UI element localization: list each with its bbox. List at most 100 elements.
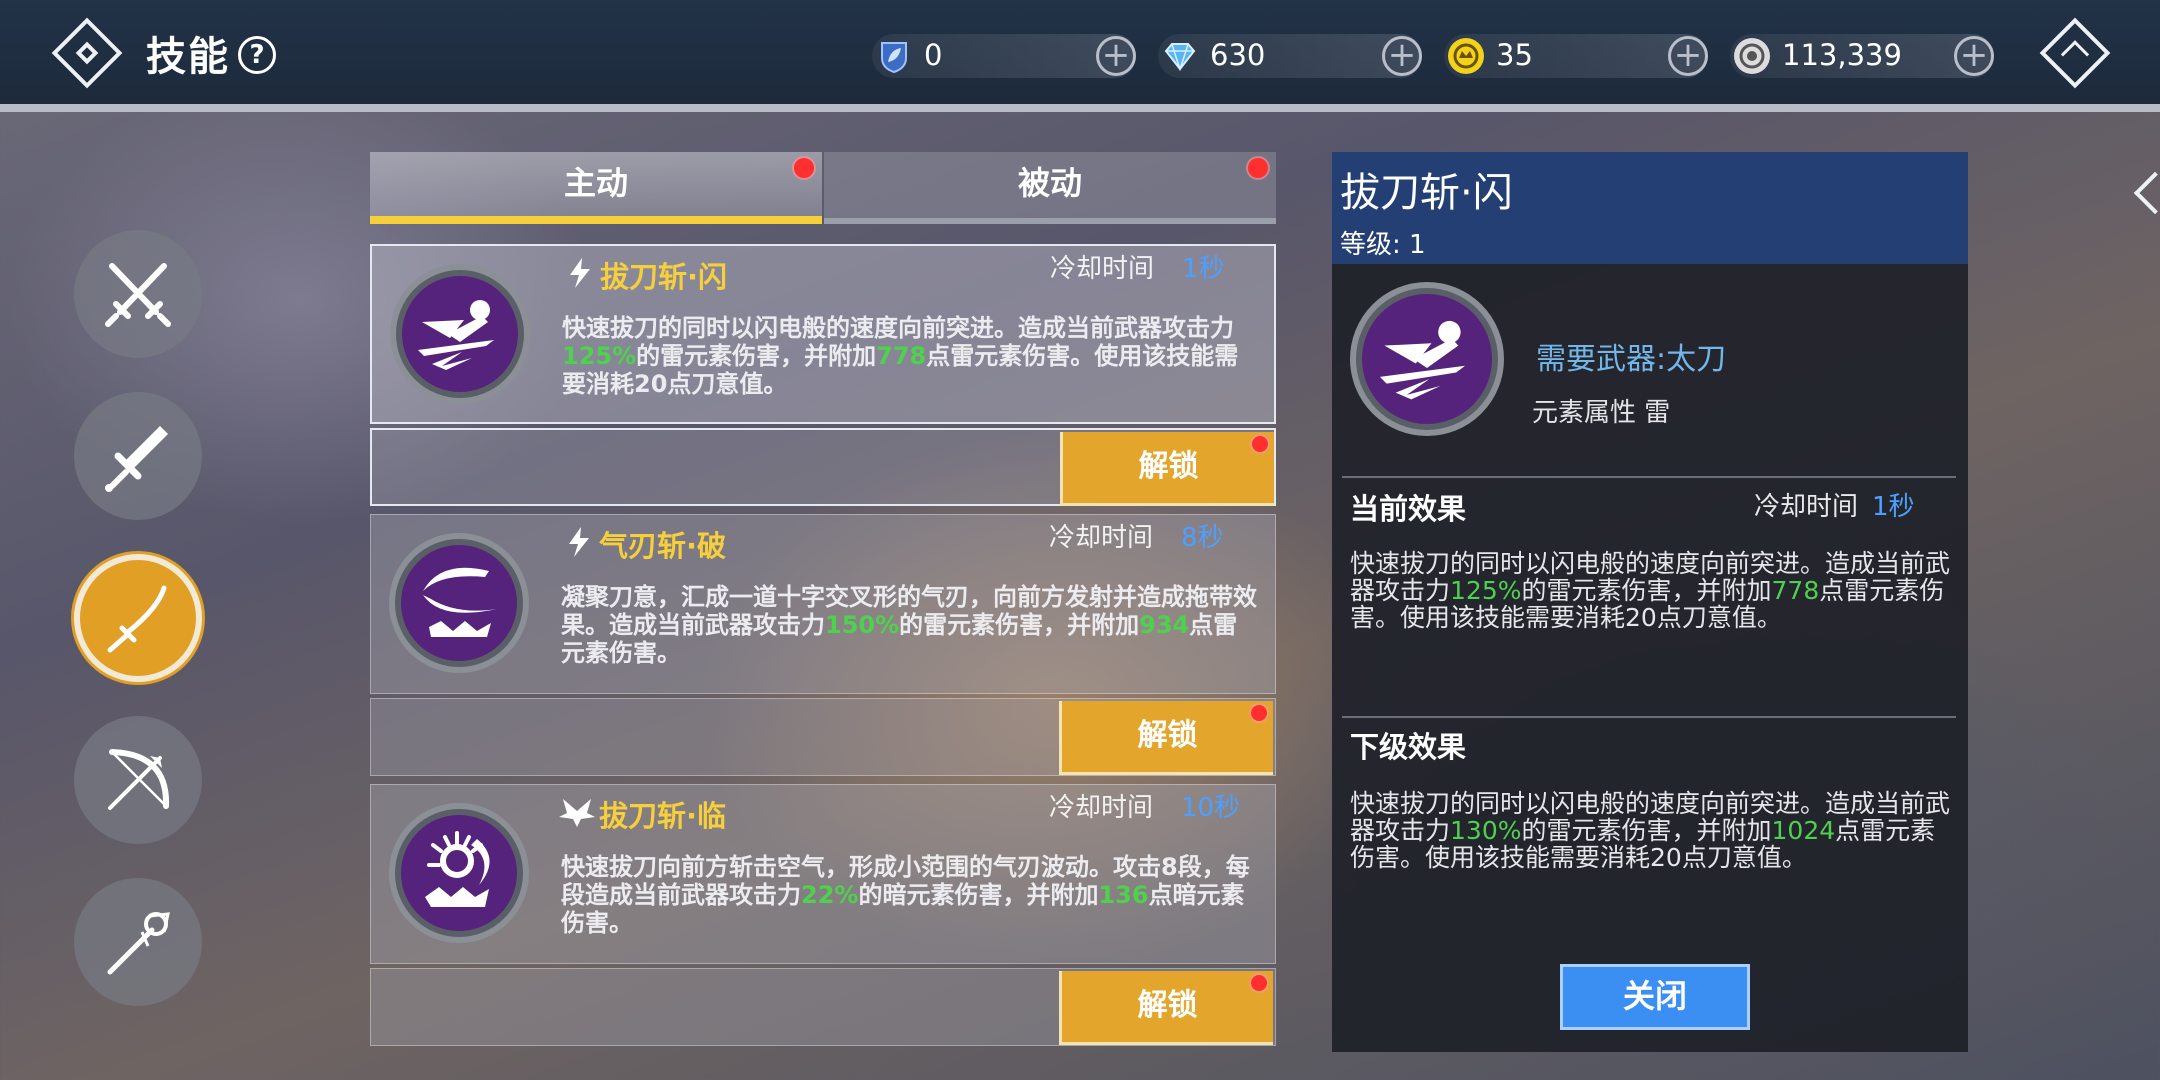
currency-value: 0 <box>924 38 943 72</box>
skill-icon <box>389 803 529 943</box>
weapon-katana-button[interactable] <box>74 554 202 682</box>
tab-label: 主动 <box>563 164 628 202</box>
bow-icon <box>108 749 170 810</box>
skill-name: 气刃斩·破 <box>599 529 727 563</box>
question-icon[interactable]: ? <box>238 36 276 74</box>
notification-dot <box>794 158 814 178</box>
cooldown-label: 冷却时间 <box>1754 492 1859 522</box>
skill-icon <box>390 264 530 404</box>
description-text: 的雷元素伤害，并附加 <box>636 342 877 370</box>
element-attribute: 元素属性 雷 <box>1532 398 1671 428</box>
notification-dot <box>1251 705 1267 721</box>
weapon-greatsword-button[interactable] <box>74 392 202 520</box>
highlight-value: 22% <box>801 881 859 909</box>
currency-silver-coin: 113,339 + <box>1730 34 1994 78</box>
current-effect-description: 快速拔刀的同时以闪电般的速度向前突进。造成当前武器攻击力125%的雷元素伤害，并… <box>1350 550 1950 631</box>
weapon-dual-swords-button[interactable] <box>74 230 202 358</box>
highlight-value: 934 <box>1139 611 1190 639</box>
gold-coin-icon <box>1448 38 1484 74</box>
katana-icon <box>107 585 167 653</box>
tab-active-skills[interactable]: 主动 <box>370 152 822 224</box>
currency-value: 630 <box>1210 38 1266 72</box>
chevron-left-icon[interactable] <box>2133 171 2160 215</box>
dark-burst-icon <box>425 831 490 907</box>
highlight-value: 125% <box>562 342 637 370</box>
add-diamond-button[interactable]: + <box>1382 36 1422 76</box>
highlight-value: 130% <box>1450 816 1522 845</box>
description-text: 的雷元素伤害，并附加 <box>1521 576 1772 605</box>
detail-skill-level: 等级: 1 <box>1340 230 1426 260</box>
add-leaf-shield-button[interactable]: + <box>1096 36 1136 76</box>
current-effect-title: 当前效果 <box>1350 492 1467 526</box>
cross-blade-icon <box>423 567 497 637</box>
skill-card-info: 拔刀斩·闪 冷却时间 1秒 快速拔刀的同时以闪电般的速度向前突进。造成当前武器攻… <box>370 244 1276 424</box>
currency-value: 35 <box>1496 38 1533 72</box>
skill-icon <box>389 533 529 673</box>
close-button[interactable]: 关闭 <box>1560 964 1750 1030</box>
skill-card[interactable]: 拔刀斩·闪 冷却时间 1秒 快速拔刀的同时以闪电般的速度向前突进。造成当前武器攻… <box>370 244 1276 506</box>
currency-gold-coin: 35 + <box>1444 34 1708 78</box>
detail-skill-name: 拔刀斩·闪 <box>1340 170 1513 216</box>
cooldown-value: 1秒 <box>1872 492 1915 522</box>
cooldown-value: 1秒 <box>1182 254 1225 284</box>
highlight-value: 778 <box>1771 576 1820 605</box>
dash-slash-icon <box>1379 320 1466 400</box>
skill-card-info: 气刃斩·破 冷却时间 8秒 凝聚刀意，汇成一道十字交叉形的气刃，向前方发射并造成… <box>370 514 1276 694</box>
notification-dot <box>1248 158 1268 178</box>
skill-name: 拔刀斩·临 <box>599 799 727 833</box>
skill-card-actions: 解锁 <box>370 428 1276 506</box>
home-icon[interactable] <box>2039 17 2111 89</box>
unlock-button[interactable]: 解锁 <box>1059 971 1273 1045</box>
detail-header: 拔刀斩·闪 等级: 1 <box>1332 152 1968 264</box>
leaf-shield-icon <box>876 38 912 74</box>
cooldown-label: 冷却时间 <box>1049 793 1154 823</box>
currency-leaf-shield: 0 + <box>872 34 1136 78</box>
currency-value: 113,339 <box>1782 38 1902 72</box>
top-bar: 技能 ? 0 + 630 + 35 + 113,339 + <box>0 0 2160 112</box>
cooldown-value: 8秒 <box>1181 523 1224 553</box>
detail-skill-icon <box>1350 282 1504 436</box>
skill-card[interactable]: 气刃斩·破 冷却时间 8秒 凝聚刀意，汇成一道十字交叉形的气刃，向前方发射并造成… <box>370 514 1276 776</box>
notification-dot <box>1251 975 1267 991</box>
description-text: 的暗元素伤害，并附加 <box>858 881 1099 909</box>
skill-card[interactable]: 拔刀斩·临 冷却时间 10秒 快速拔刀向前方斩击空气，形成小范围的气刃波动。攻击… <box>370 784 1276 1046</box>
next-effect-description: 快速拔刀的同时以闪电般的速度向前突进。造成当前武器攻击力130%的雷元素伤害，并… <box>1350 790 1950 871</box>
dark-wings-icon <box>559 799 595 827</box>
add-silver-coin-button[interactable]: + <box>1954 36 1994 76</box>
staff-icon <box>107 912 170 975</box>
skill-name: 拔刀斩·闪 <box>600 260 728 294</box>
notification-dot <box>1252 436 1268 452</box>
weapon-bow-button[interactable] <box>74 716 202 844</box>
tab-label: 被动 <box>1017 164 1082 202</box>
currency-diamond: 630 + <box>1158 34 1422 78</box>
add-gold-coin-button[interactable]: + <box>1668 36 1708 76</box>
greatsword-icon <box>105 426 168 492</box>
cooldown-value: 10秒 <box>1181 793 1241 823</box>
highlight-value: 1024 <box>1771 816 1836 845</box>
cooldown-label: 冷却时间 <box>1049 523 1154 553</box>
lightning-icon <box>570 258 590 288</box>
highlight-value: 150% <box>825 611 900 639</box>
highlight-value: 136 <box>1098 881 1149 909</box>
unlock-button[interactable]: 解锁 <box>1060 432 1274 506</box>
dash-slash-icon <box>418 300 494 370</box>
skill-card-actions: 解锁 <box>370 968 1276 1046</box>
required-weapon: 需要武器:太刀 <box>1536 342 1727 377</box>
highlight-value: 778 <box>876 342 927 370</box>
skill-description: 快速拔刀的同时以闪电般的速度向前突进。造成当前武器攻击力125%的雷元素伤害，并… <box>562 314 1258 398</box>
silver-coin-icon <box>1734 38 1770 74</box>
skill-description: 凝聚刀意，汇成一道十字交叉形的气刃，向前方发射并造成拖带效果。造成当前武器攻击力… <box>561 583 1257 667</box>
unlock-button[interactable]: 解锁 <box>1059 701 1273 775</box>
skill-card-info: 拔刀斩·临 冷却时间 10秒 快速拔刀向前方斩击空气，形成小范围的气刃波动。攻击… <box>370 784 1276 964</box>
weapon-staff-button[interactable] <box>74 878 202 1006</box>
tab-passive-skills[interactable]: 被动 <box>824 152 1276 224</box>
skill-card-actions: 解锁 <box>370 698 1276 776</box>
crossed-swords-icon <box>105 263 171 327</box>
divider <box>1342 476 1956 478</box>
divider <box>1342 716 1956 718</box>
page-title: 技能 <box>146 34 230 80</box>
highlight-value: 125% <box>1450 576 1522 605</box>
description-text: 的雷元素伤害，并附加 <box>899 611 1140 639</box>
description-text: 的雷元素伤害，并附加 <box>1521 816 1772 845</box>
menu-diamond-icon[interactable] <box>51 17 123 89</box>
